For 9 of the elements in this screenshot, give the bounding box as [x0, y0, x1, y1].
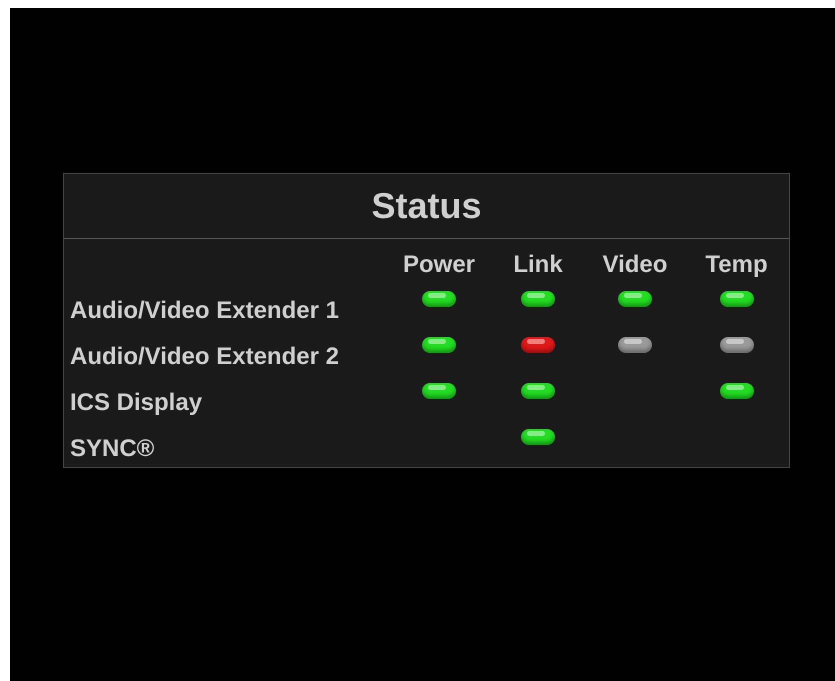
device-label: Audio/Video Extender 1 — [70, 296, 339, 322]
column-header: Link — [513, 250, 563, 276]
column-header: Temp — [705, 250, 768, 276]
device-label: SYNC® — [70, 434, 154, 460]
column-header: Power — [402, 250, 476, 276]
device-label: ICS Display — [70, 388, 202, 414]
panel-title: Status — [371, 185, 482, 227]
device-label: Audio/Video Extender 2 — [70, 342, 339, 368]
column-header: Video — [602, 250, 668, 276]
